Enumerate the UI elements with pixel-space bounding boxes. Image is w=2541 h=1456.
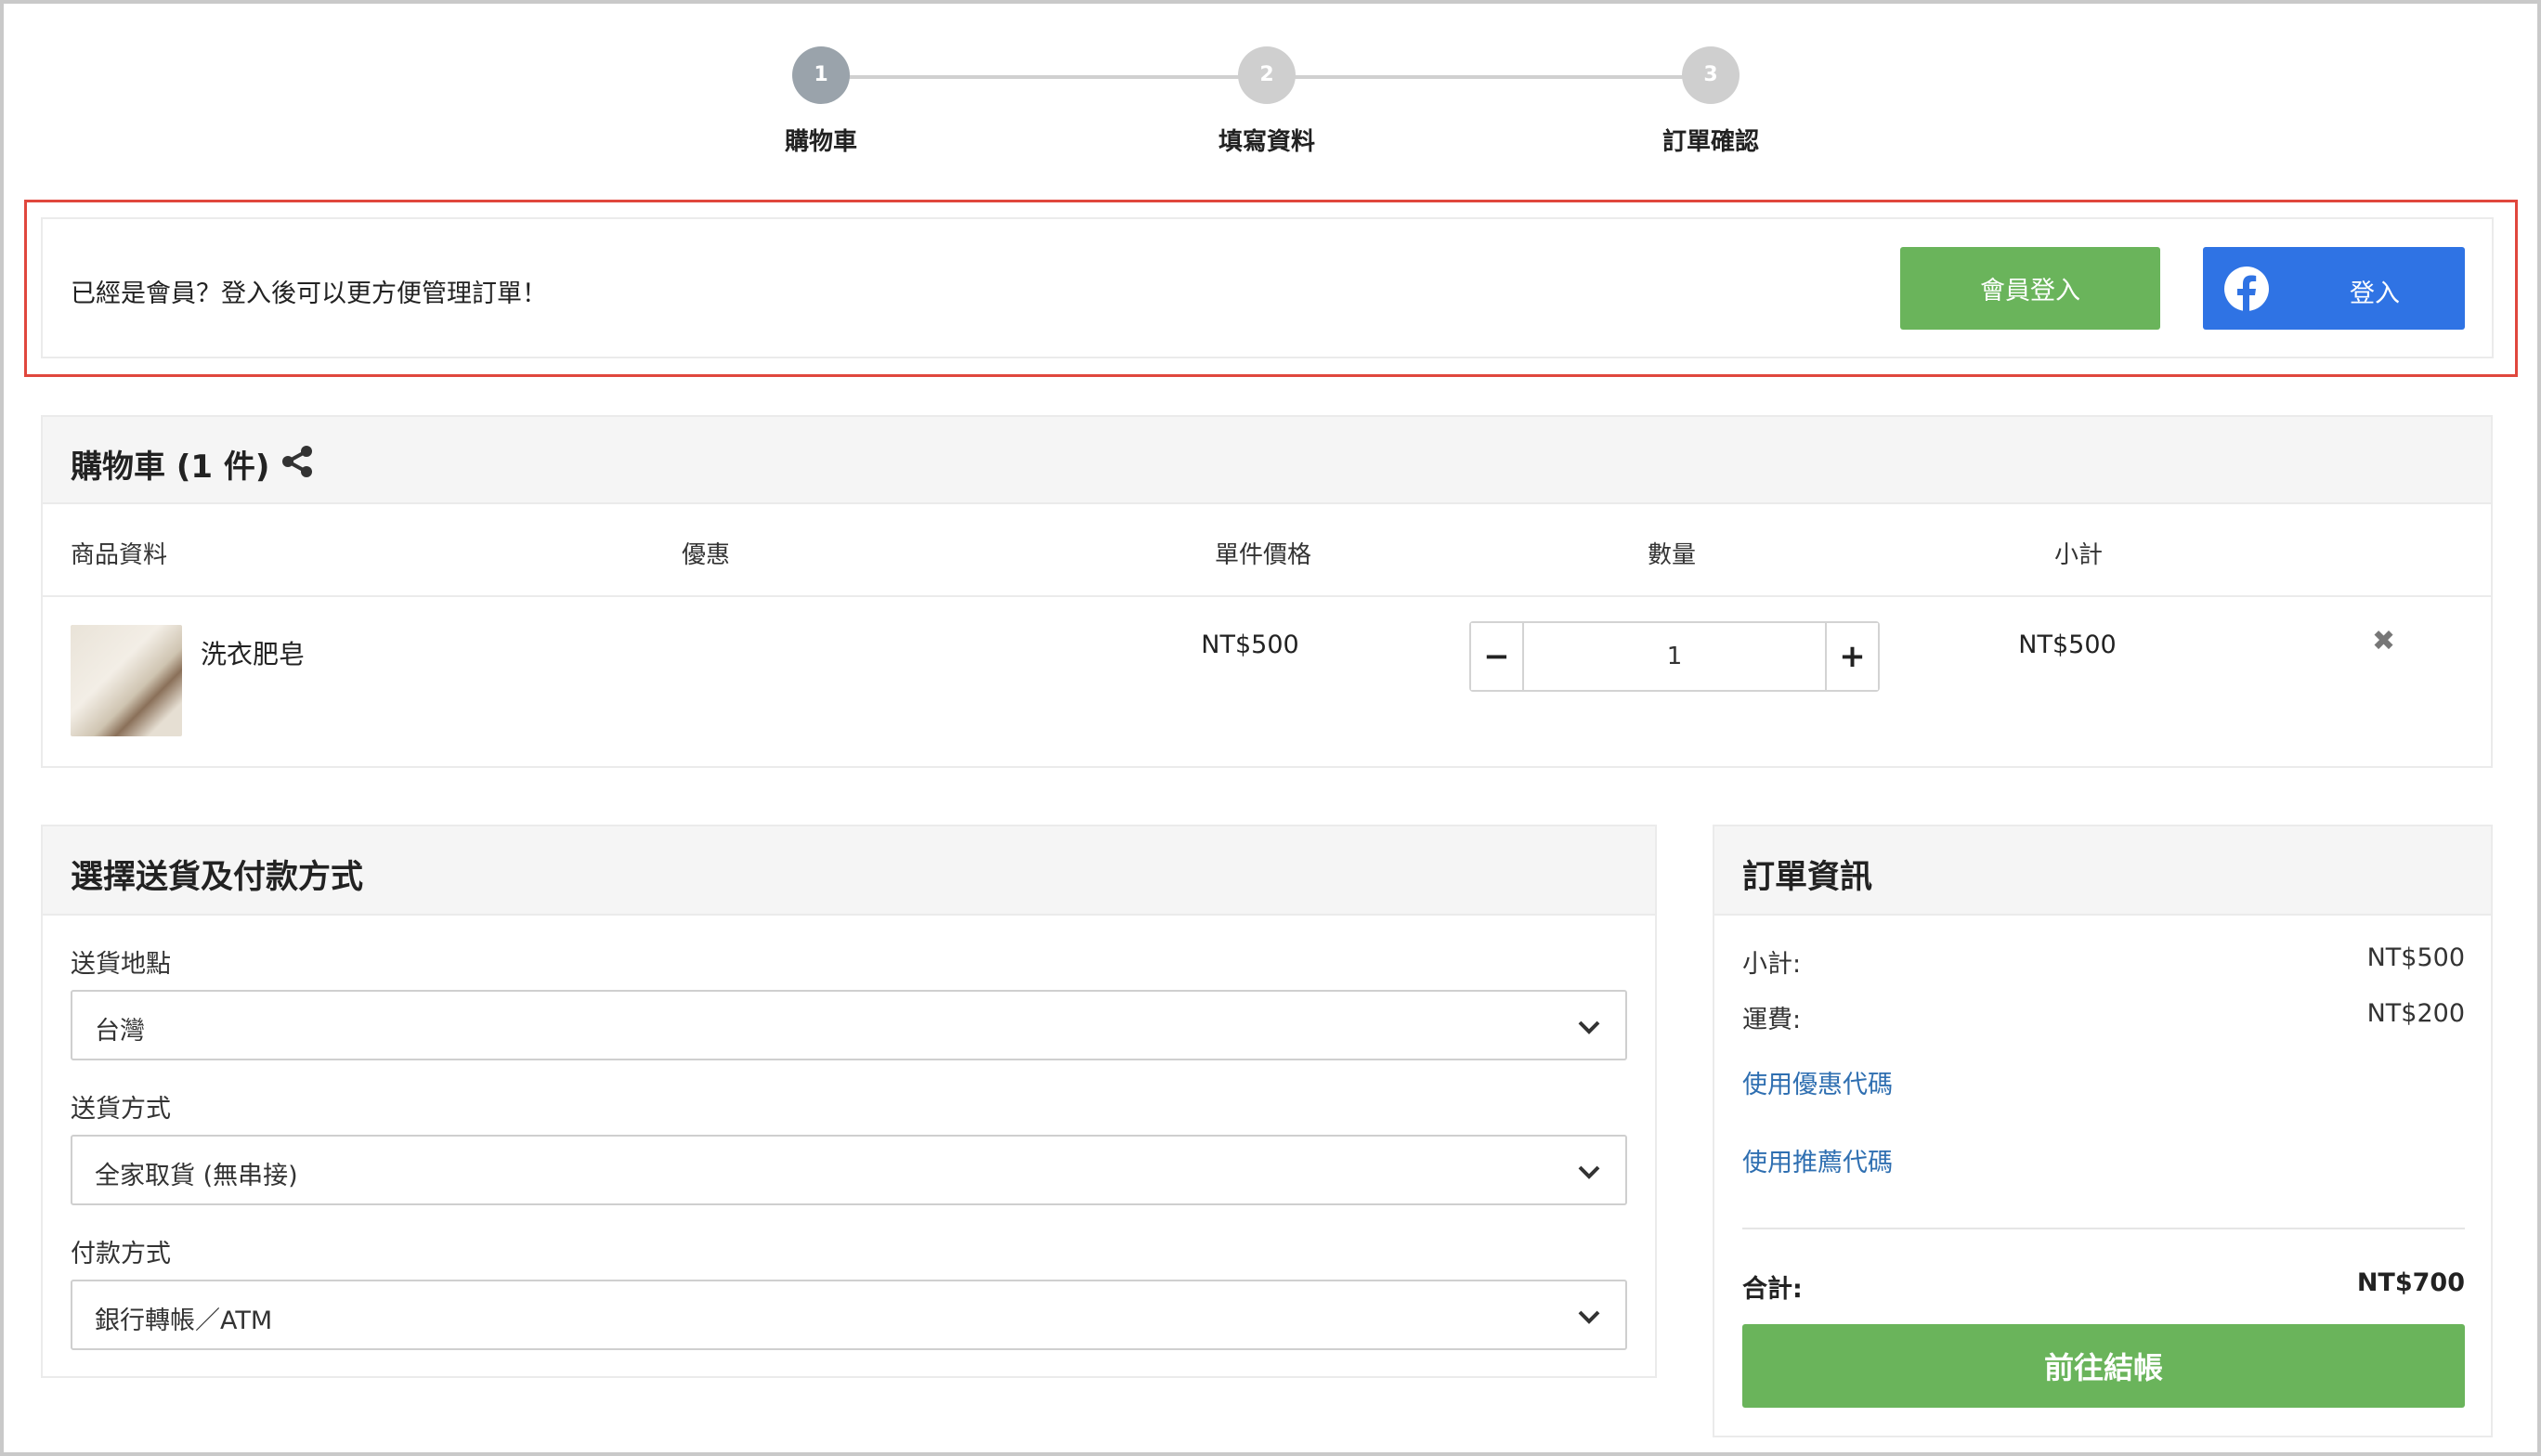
checkout-button[interactable]: 前往結帳 xyxy=(1742,1324,2465,1408)
column-product: 商品資料 xyxy=(71,541,168,569)
step-label: 購物車 xyxy=(784,128,857,156)
shipping-method-value: 全家取貨 (無串接) xyxy=(95,1162,298,1190)
cart-item-row: 洗衣肥皂 NT$500 − + NT$500 ✖ xyxy=(43,597,2491,764)
member-login-button[interactable]: 會員登入 xyxy=(1900,247,2160,330)
coupon-code-link[interactable]: 使用優惠代碼 xyxy=(1742,1064,1893,1100)
quantity-decrease-button[interactable]: − xyxy=(1471,623,1524,690)
order-total-row: 合計: NT$700 xyxy=(1742,1268,2465,1305)
shipping-location-label: 送貨地點 xyxy=(71,950,171,979)
product-image[interactable] xyxy=(71,625,182,736)
order-subtotal-row: 小計: NT$500 xyxy=(1742,943,2465,980)
order-total-label: 合計: xyxy=(1742,1275,1803,1304)
order-shipping-label: 運費: xyxy=(1742,1006,1802,1034)
order-subtotal-label: 小計: xyxy=(1742,950,1802,979)
step-cart: 1 購物車 xyxy=(682,46,960,157)
step-number: 2 xyxy=(1238,46,1296,104)
order-shipping-row: 運費: NT$200 xyxy=(1742,999,2465,1035)
step-label: 填寫資料 xyxy=(1218,128,1315,156)
step-fill-info: 2 填寫資料 xyxy=(1127,46,1406,157)
column-discount: 優惠 xyxy=(682,541,731,569)
product-name[interactable]: 洗衣肥皂 xyxy=(201,634,305,671)
facebook-login-button[interactable]: 登入 xyxy=(2203,247,2465,330)
column-quantity: 數量 xyxy=(1648,541,1697,569)
login-banner: 已經是會員？登入後可以更方便管理訂單！ 會員登入 登入 xyxy=(41,217,2494,358)
chevron-down-icon xyxy=(1578,1310,1600,1324)
cart-header: 購物車 (1 件) xyxy=(43,417,2491,504)
shipping-method-label: 送貨方式 xyxy=(71,1095,171,1124)
facebook-icon xyxy=(2224,266,2269,312)
order-title: 訂單資訊 xyxy=(1742,859,1873,896)
chevron-down-icon xyxy=(1578,1020,1600,1034)
order-shipping-value: NT$200 xyxy=(2366,999,2465,1028)
step-number: 3 xyxy=(1682,46,1740,104)
checkout-stepper: 1 購物車 2 填寫資料 3 訂單確認 xyxy=(0,46,2541,167)
shipping-location-select[interactable]: 台灣 xyxy=(71,990,1627,1060)
item-subtotal: NT$500 xyxy=(2018,630,2117,659)
order-summary-panel: 訂單資訊 小計: NT$500 運費: NT$200 使用優惠代碼 使用推薦代碼… xyxy=(1713,825,2493,1437)
login-prompt: 已經是會員？登入後可以更方便管理訂單！ xyxy=(71,280,547,308)
cart-title: 購物車 (1 件) xyxy=(71,448,270,486)
referral-code-link[interactable]: 使用推薦代碼 xyxy=(1742,1142,1893,1178)
remove-item-icon[interactable]: ✖ xyxy=(2372,625,2395,657)
order-header: 訂單資訊 xyxy=(1714,826,2491,916)
step-confirm: 3 訂單確認 xyxy=(1571,46,1850,157)
unit-price: NT$500 xyxy=(1201,630,1299,659)
column-unit-price: 單件價格 xyxy=(1215,541,1312,569)
share-icon[interactable] xyxy=(280,445,314,478)
step-label: 訂單確認 xyxy=(1661,128,1759,156)
facebook-login-label: 登入 xyxy=(2350,280,2400,308)
shipping-method-select[interactable]: 全家取貨 (無串接) xyxy=(71,1135,1627,1205)
order-divider xyxy=(1742,1228,2465,1229)
payment-method-select[interactable]: 銀行轉帳／ATM xyxy=(71,1280,1627,1350)
cart-panel: 購物車 (1 件) 商品資料 優惠 單件價格 數量 小計 洗衣肥皂 NT$500… xyxy=(41,415,2493,768)
chevron-down-icon xyxy=(1578,1165,1600,1179)
quantity-increase-button[interactable]: + xyxy=(1825,623,1878,690)
column-subtotal: 小計 xyxy=(2054,541,2104,569)
cart-column-headers: 商品資料 優惠 單件價格 數量 小計 xyxy=(43,504,2491,597)
payment-method-label: 付款方式 xyxy=(71,1240,171,1268)
order-total-value: NT$700 xyxy=(2356,1268,2465,1297)
order-subtotal-value: NT$500 xyxy=(2366,943,2465,972)
payment-method-value: 銀行轉帳／ATM xyxy=(95,1306,273,1335)
shipping-payment-panel: 選擇送貨及付款方式 送貨地點 台灣 送貨方式 全家取貨 (無串接) 付款方式 銀… xyxy=(41,825,1657,1378)
step-number: 1 xyxy=(792,46,850,104)
shipping-title: 選擇送貨及付款方式 xyxy=(71,859,364,896)
quantity-stepper: − + xyxy=(1469,621,1880,692)
shipping-header: 選擇送貨及付款方式 xyxy=(43,826,1655,916)
quantity-input[interactable] xyxy=(1524,623,1825,690)
shipping-location-value: 台灣 xyxy=(95,1017,145,1046)
